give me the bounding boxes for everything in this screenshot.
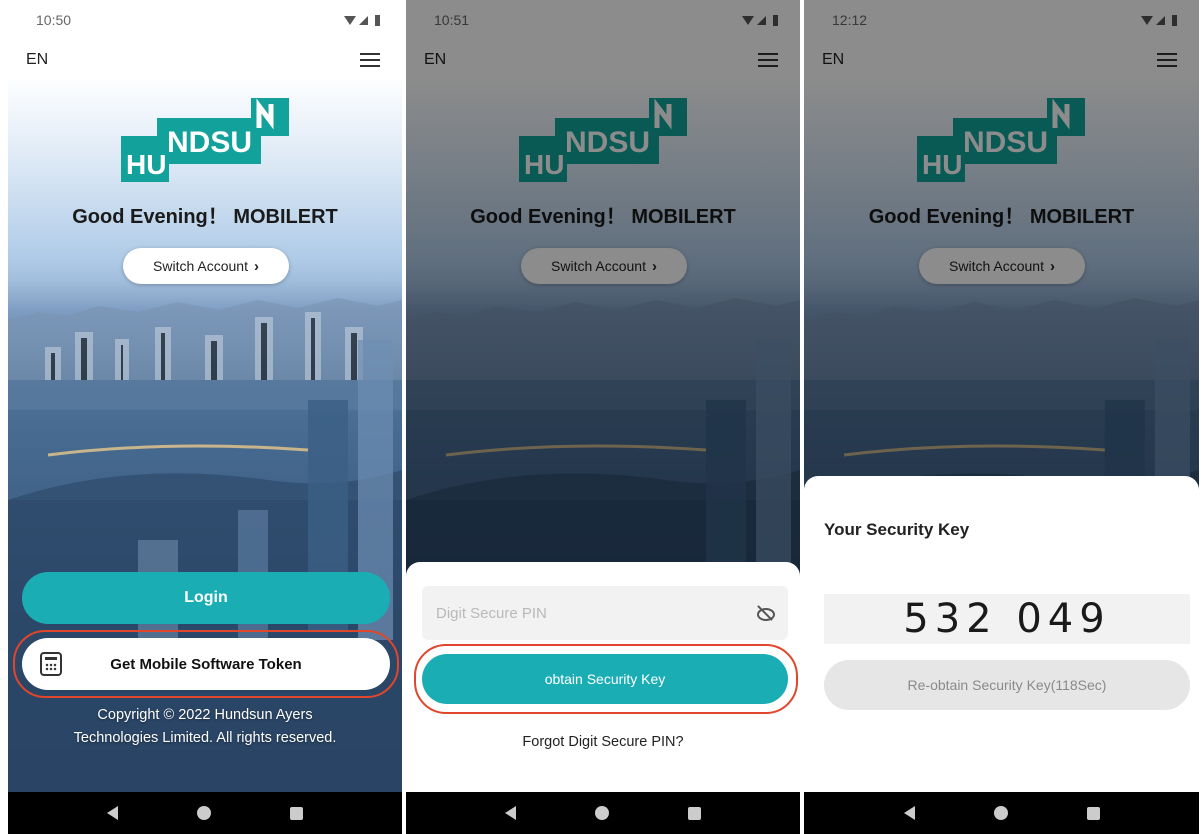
- security-key-bottom-sheet: Your Security Key 532 049 Re-obtain Secu…: [804, 476, 1199, 792]
- switch-account-label: Switch Account: [153, 258, 248, 274]
- greeting-text: Good Evening！ MOBILERT: [72, 206, 338, 228]
- switch-account-button[interactable]: Switch Account ›: [123, 248, 289, 284]
- recent-apps-icon[interactable]: [289, 806, 303, 820]
- language-switch[interactable]: EN: [26, 51, 48, 69]
- status-bar: 10:50: [8, 0, 402, 40]
- recent-apps-icon[interactable]: [687, 806, 701, 820]
- svg-text:NDSU: NDSU: [167, 126, 252, 159]
- battery-icon: [375, 14, 380, 26]
- home-icon[interactable]: [993, 806, 1008, 820]
- app-bar: EN: [8, 40, 402, 80]
- chevron-right-icon: ›: [253, 257, 259, 275]
- wifi-icon: [344, 15, 356, 25]
- pin-entry-screen: 10:51 EN HU NDSU Good Evening！ MOBILERT …: [406, 0, 800, 834]
- security-key-value: 532 049: [824, 594, 1190, 644]
- home-icon[interactable]: [594, 806, 609, 820]
- copyright-line-1: Copyright © 2022 Hundsun Ayers: [97, 707, 313, 723]
- pin-input-field[interactable]: Digit Secure PIN: [422, 586, 788, 640]
- hamburger-menu-icon[interactable]: [360, 53, 380, 67]
- security-key-screen: 12:12 EN HU NDSU Good Evening！ MOBILERT …: [804, 0, 1199, 834]
- back-icon[interactable]: [505, 806, 517, 820]
- eye-off-icon[interactable]: [756, 604, 775, 622]
- back-icon[interactable]: [107, 806, 119, 820]
- back-icon[interactable]: [903, 806, 915, 820]
- navigation-bar: [406, 792, 800, 834]
- highlight-box: [13, 630, 399, 698]
- status-time: 10:50: [36, 12, 72, 28]
- forgot-pin-link[interactable]: Forgot Digit Secure PIN?: [406, 734, 800, 750]
- pin-placeholder: Digit Secure PIN: [436, 604, 547, 622]
- login-screen: 10:50 EN HU NDSU Good Evening！ MOBILERT …: [8, 0, 402, 834]
- status-icons: [344, 14, 380, 26]
- reobtain-security-key-button[interactable]: Re-obtain Security Key(118Sec): [824, 660, 1190, 710]
- security-key-title: Your Security Key: [824, 520, 970, 539]
- svg-text:HU: HU: [126, 149, 166, 180]
- hundsun-logo: HU NDSU: [121, 98, 289, 182]
- copyright-line-2: Technologies Limited. All rights reserve…: [73, 730, 337, 746]
- signal-icon: [359, 15, 368, 25]
- navigation-bar: [804, 792, 1199, 834]
- highlight-box: [414, 644, 798, 714]
- recent-apps-icon[interactable]: [1086, 806, 1100, 820]
- copyright-text: Copyright © 2022 Hundsun Ayers Technolog…: [8, 704, 402, 750]
- login-button[interactable]: Login: [22, 572, 390, 624]
- navigation-bar: [8, 792, 402, 834]
- home-icon[interactable]: [196, 806, 211, 820]
